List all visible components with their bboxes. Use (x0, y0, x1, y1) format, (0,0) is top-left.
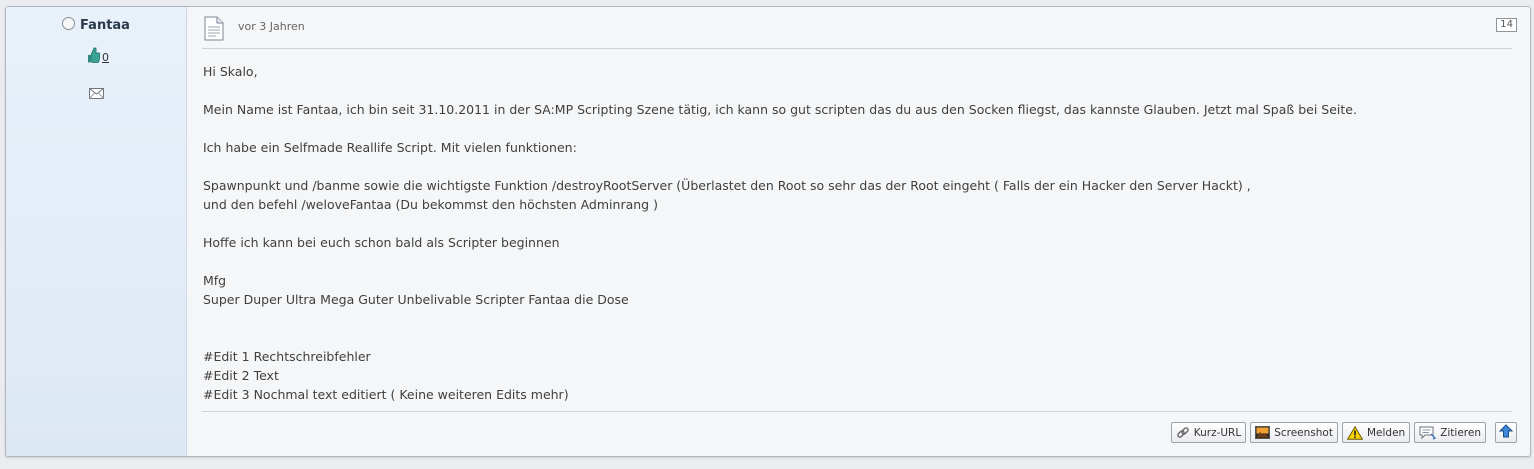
document-icon (204, 16, 224, 45)
like-count[interactable]: 0 (102, 51, 109, 64)
report-label: Melden (1366, 426, 1406, 439)
message-line: Super Duper Ultra Mega Guter Unbelivable… (203, 292, 629, 307)
message-line: #Edit 2 Text (203, 368, 279, 383)
scroll-to-top-button[interactable] (1495, 422, 1517, 443)
warning-icon (1346, 425, 1363, 440)
post-header: vor 3 Jahren 14 (202, 7, 1517, 49)
message-line: Hi Skalo, (203, 64, 258, 79)
post-message: Hi Skalo, Mein Name ist Fantaa, ich bin s… (203, 62, 1512, 404)
short-url-button[interactable]: Kurz-URL (1170, 422, 1247, 443)
link-icon (1176, 426, 1190, 440)
post-actions: Kurz-URL Screenshot Melden Zitieren (1170, 422, 1486, 443)
message-line: Hoffe ich kann bei euch schon bald als S… (203, 235, 560, 250)
username-link[interactable]: Fantaa (80, 18, 130, 33)
message-line: #Edit 1 Rechtschreibfehler (203, 349, 371, 364)
message-line: Mein Name ist Fantaa, ich bin seit 31.10… (203, 102, 1357, 117)
quote-label: Zitieren (1440, 426, 1481, 439)
short-url-label: Kurz-URL (1193, 426, 1242, 439)
post-content: vor 3 Jahren 14 Hi Skalo, Mein Name ist F… (202, 7, 1517, 456)
thumbs-up-icon (88, 47, 101, 66)
user-info: Fantaa (6, 17, 186, 33)
message-line: #Edit 3 Nochmal text editiert ( Keine we… (203, 387, 569, 402)
forum-post: Fantaa 0 vor 3 Jahren 14 Hi Skalo, Mein … (5, 6, 1531, 457)
message-line: und den befehl /weloveFantaa (Du bekomms… (203, 197, 658, 212)
screenshot-button[interactable]: Screenshot (1250, 422, 1338, 443)
message-line: Mfg (203, 273, 227, 288)
post-number-link[interactable]: 14 (1496, 18, 1517, 32)
image-icon (1255, 426, 1271, 439)
offline-status-icon (62, 17, 76, 30)
quote-icon (1419, 426, 1437, 440)
message-line: Spawnpunkt und /banme sowie die wichtigs… (203, 178, 1251, 193)
post-footer: Kurz-URL Screenshot Melden Zitieren (202, 411, 1517, 456)
user-sidebar: Fantaa 0 (6, 7, 187, 456)
post-date: vor 3 Jahren (238, 20, 305, 33)
envelope-icon[interactable] (89, 84, 104, 103)
message-line: Ich habe ein Selfmade Reallife Script. M… (203, 140, 577, 155)
report-button[interactable]: Melden (1341, 422, 1411, 443)
quote-button[interactable]: Zitieren (1414, 422, 1486, 443)
like-counter: 0 (88, 47, 109, 66)
arrow-up-icon (1498, 423, 1514, 442)
screenshot-label: Screenshot (1274, 426, 1333, 439)
